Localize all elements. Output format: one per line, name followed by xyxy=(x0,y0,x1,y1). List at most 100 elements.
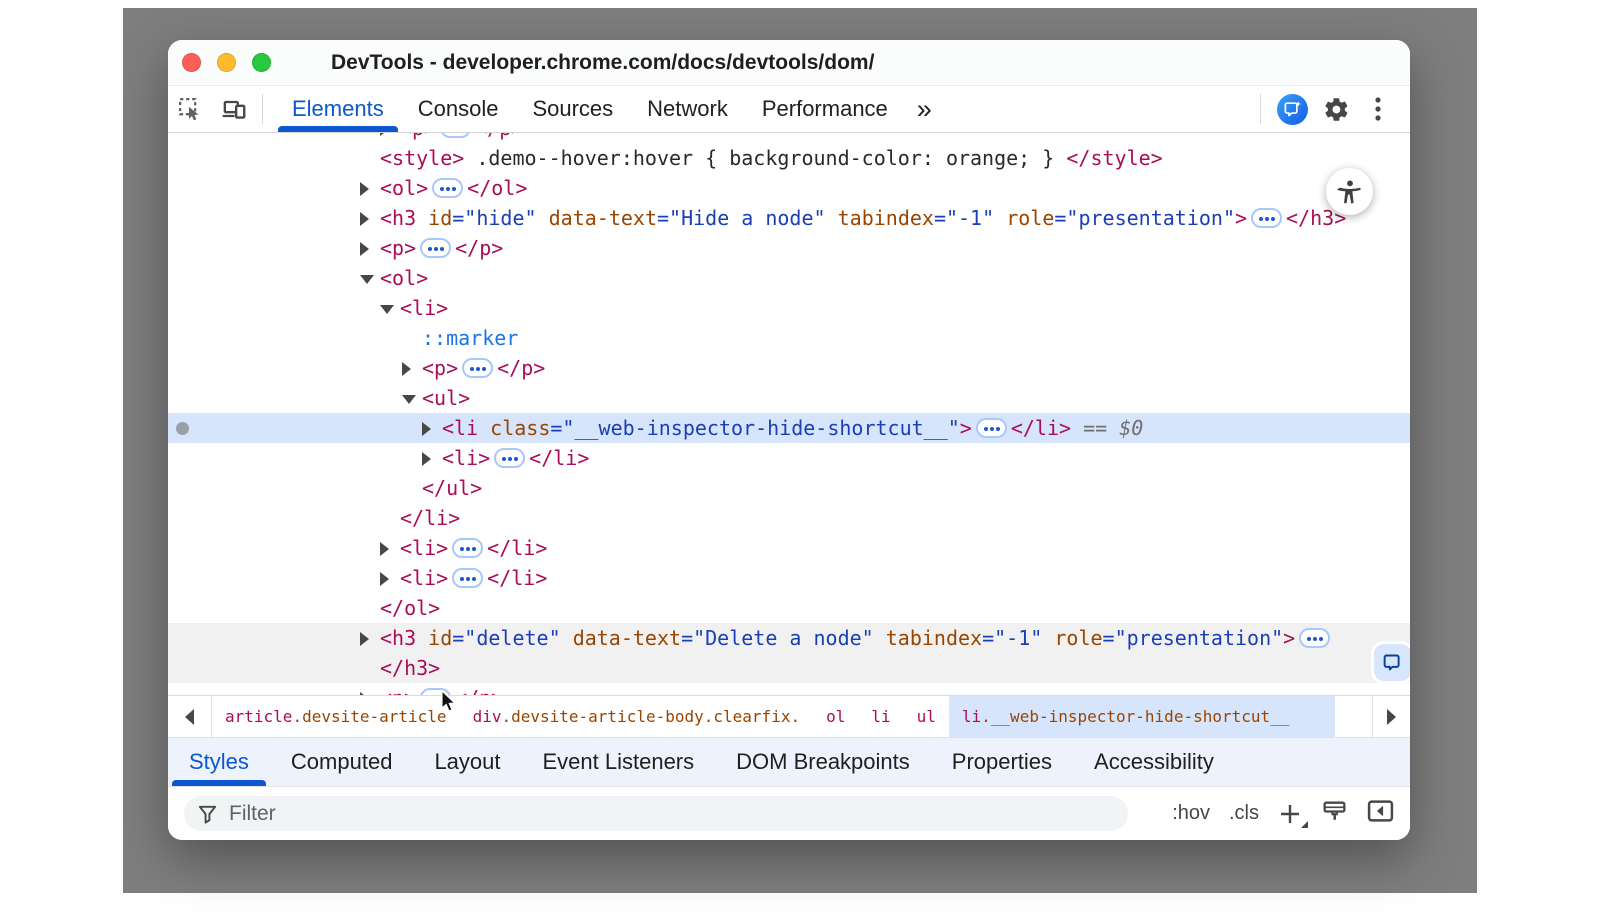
accessibility-person-icon xyxy=(1336,178,1364,206)
expand-arrow-icon[interactable] xyxy=(422,452,431,466)
breadcrumb-item-ol[interactable]: ol xyxy=(813,696,858,737)
collapse-arrow-icon[interactable] xyxy=(380,305,394,314)
tab-network[interactable]: Network xyxy=(630,86,745,132)
inline-expand-ellipsis-button[interactable] xyxy=(440,133,471,138)
new-style-rule-plus-icon[interactable] xyxy=(1278,802,1302,826)
element-classes-button[interactable]: .cls xyxy=(1229,802,1259,825)
expand-arrow-icon[interactable] xyxy=(360,182,369,196)
expand-arrow-icon[interactable] xyxy=(360,212,369,226)
dom-tree-row[interactable]: <ul> xyxy=(168,383,1410,413)
dom-code-segment: <p> xyxy=(422,356,458,380)
tab-properties[interactable]: Properties xyxy=(931,738,1073,786)
dom-code-segment: <ul> xyxy=(422,386,470,410)
ai-assistant-icon[interactable] xyxy=(1277,94,1308,125)
toggle-sidebar-icon[interactable] xyxy=(1367,799,1394,828)
breadcrumb-item-li[interactable]: li xyxy=(858,696,903,737)
dom-tree-row[interactable]: <p></p> xyxy=(168,353,1410,383)
expand-arrow-icon[interactable] xyxy=(360,692,369,695)
dom-code-segment xyxy=(478,416,490,440)
minimize-window-button[interactable] xyxy=(217,53,236,72)
inline-expand-ellipsis-button[interactable] xyxy=(452,568,483,588)
dom-tree-row[interactable]: <ol></ol> xyxy=(168,173,1410,203)
dom-tree-row[interactable]: <li></li> xyxy=(168,443,1410,473)
dom-tree-row[interactable]: </ul> xyxy=(168,473,1410,503)
tab-computed[interactable]: Computed xyxy=(270,738,414,786)
accessibility-overlay-button[interactable] xyxy=(1326,168,1373,215)
settings-gear-icon[interactable] xyxy=(1318,89,1354,129)
tab-performance[interactable]: Performance xyxy=(745,86,905,132)
tab-dom-breakpoints[interactable]: DOM Breakpoints xyxy=(715,738,931,786)
inline-expand-ellipsis-button[interactable] xyxy=(494,448,525,468)
tab-console[interactable]: Console xyxy=(401,86,516,132)
dom-code-segment: ="Hide a node" xyxy=(657,206,826,230)
mouse-cursor xyxy=(440,690,462,719)
styles-filter-field[interactable] xyxy=(184,796,1128,831)
dom-tree-row[interactable]: <h3 id="hide" data-text="Hide a node" ta… xyxy=(168,203,1410,233)
dom-tree-row[interactable]: <style> .demo--hover:hover { background-… xyxy=(168,143,1410,173)
expand-arrow-icon[interactable] xyxy=(422,422,431,436)
inline-expand-ellipsis-button[interactable] xyxy=(976,418,1007,438)
breadcrumb-tag: li xyxy=(962,707,981,726)
toggle-element-state-button[interactable]: :hov xyxy=(1172,802,1210,825)
dom-code-segment: ::marker xyxy=(422,326,518,350)
tab-styles[interactable]: Styles xyxy=(168,738,270,786)
dom-tree-row[interactable]: <li class="__web-inspector-hide-shortcut… xyxy=(168,413,1410,443)
ai-chat-fab-icon[interactable] xyxy=(1374,644,1410,681)
dom-code-segment: ="presentation" xyxy=(1103,626,1284,650)
inline-expand-ellipsis-button[interactable] xyxy=(1251,208,1282,228)
breadcrumb-item-li-selected[interactable]: li.__web-inspector-hide-shortcut__ xyxy=(949,696,1336,737)
breadcrumb-scroll-right-button[interactable] xyxy=(1372,696,1410,737)
tab-accessibility[interactable]: Accessibility xyxy=(1073,738,1235,786)
breadcrumb-item-ul[interactable]: ul xyxy=(904,696,949,737)
expand-arrow-icon[interactable] xyxy=(380,542,389,556)
tab-layout[interactable]: Layout xyxy=(413,738,521,786)
device-toolbar-icon[interactable] xyxy=(212,89,256,129)
dom-tree-row[interactable]: <p></p> xyxy=(168,133,1410,143)
breadcrumb-item-div[interactable]: div.devsite-article-body.clearfix. xyxy=(460,696,814,737)
tab-sources[interactable]: Sources xyxy=(515,86,630,132)
dom-tree-row[interactable]: <li></li> xyxy=(168,533,1410,563)
expand-arrow-icon[interactable] xyxy=(380,133,389,136)
inline-expand-ellipsis-button[interactable] xyxy=(452,538,483,558)
dom-tree-row[interactable]: ::marker xyxy=(168,323,1410,353)
dom-tree-row[interactable]: </li> xyxy=(168,503,1410,533)
title-bar: DevTools - developer.chrome.com/docs/dev… xyxy=(168,40,1410,86)
filter-bar-actions: :hov .cls xyxy=(1172,798,1394,830)
kebab-menu-icon[interactable] xyxy=(1364,89,1392,129)
filter-input[interactable] xyxy=(229,802,1116,826)
expand-arrow-icon[interactable] xyxy=(380,572,389,586)
collapse-arrow-icon[interactable] xyxy=(402,395,416,404)
expand-arrow-icon[interactable] xyxy=(402,362,411,376)
breadcrumb-item-article[interactable]: article.devsite-article xyxy=(212,696,460,737)
rendering-brush-icon[interactable] xyxy=(1321,798,1348,830)
close-window-button[interactable] xyxy=(182,53,201,72)
breadcrumb: article.devsite-articlediv.devsite-artic… xyxy=(168,695,1410,737)
dom-code-segment: </p> xyxy=(475,133,523,140)
inline-expand-ellipsis-button[interactable] xyxy=(420,238,451,258)
tab-elements[interactable]: Elements xyxy=(275,86,401,132)
collapse-arrow-icon[interactable] xyxy=(360,275,374,284)
dom-code-segment: <ol> xyxy=(380,176,428,200)
breadcrumb-scroll-left-button[interactable] xyxy=(168,696,212,737)
expand-arrow-icon[interactable] xyxy=(360,242,369,256)
dom-code-segment: </p> xyxy=(455,236,503,260)
more-tabs-button[interactable]: » xyxy=(905,94,942,125)
dom-tree-row[interactable]: <p></p> xyxy=(168,683,1410,695)
dom-tree-row[interactable]: <ol> xyxy=(168,263,1410,293)
breadcrumb-tag: ul xyxy=(917,707,936,726)
dom-tree-row[interactable]: <li></li> xyxy=(168,563,1410,593)
inline-expand-ellipsis-button[interactable] xyxy=(1299,628,1330,648)
expand-arrow-icon[interactable] xyxy=(360,632,369,646)
dom-tree-row[interactable]: </h3> xyxy=(168,653,1410,683)
dom-tree-row[interactable]: <h3 id="delete" data-text="Delete a node… xyxy=(168,623,1410,653)
dom-tree-row[interactable]: <li> xyxy=(168,293,1410,323)
tab-event-listeners[interactable]: Event Listeners xyxy=(522,738,716,786)
inline-expand-ellipsis-button[interactable] xyxy=(432,178,463,198)
inspect-icon[interactable] xyxy=(168,89,212,129)
maximize-window-button[interactable] xyxy=(252,53,271,72)
inline-expand-ellipsis-button[interactable] xyxy=(462,358,493,378)
dom-tree-row[interactable]: </ol> xyxy=(168,593,1410,623)
dom-tree-row[interactable]: <p></p> xyxy=(168,233,1410,263)
dom-code-segment: </li> xyxy=(400,506,460,530)
dom-code-segment: <ol> xyxy=(380,266,428,290)
